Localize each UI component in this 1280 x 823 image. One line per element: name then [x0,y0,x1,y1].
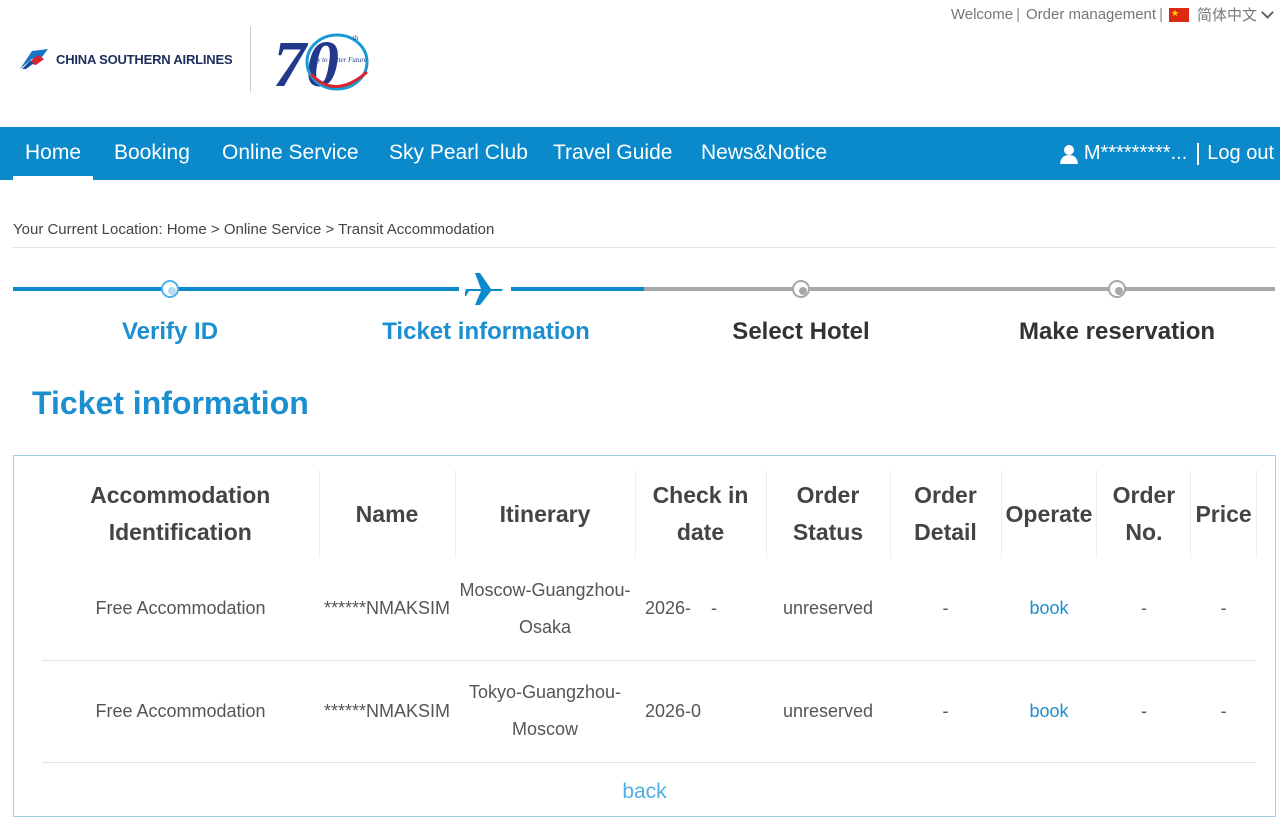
check-in-date-tail: - [711,598,718,619]
table-header-row: Accommodation Identification Name Itiner… [42,470,1257,558]
user-area: M*********... Log out [1059,127,1274,180]
order-management-link[interactable]: Order management [1026,6,1156,23]
page-title: Ticket information [32,385,309,421]
language-selector[interactable]: 简体中文 [1197,4,1257,25]
nav-item-sky-pearl-club[interactable]: Sky Pearl Club [389,127,528,180]
cell-order-no: - [1096,558,1191,661]
brand-name: CHINA SOUTHERN AIRLINES [56,51,233,67]
step-dot-make-reservation [1108,280,1126,298]
step-label-verify-id: Verify ID [121,318,219,345]
welcome-link[interactable]: Welcome [951,6,1013,23]
progress-bar-todo [644,287,1275,291]
china-flag-icon [1168,7,1189,22]
step-dot-select-hotel [792,280,810,298]
cell-itinerary: Tokyo-Guangzhou-Moscow [455,660,635,763]
column-header: Order Detail [890,470,1002,558]
cell-operate: book [1001,558,1097,661]
user-name[interactable]: M*********... [1084,142,1187,165]
cell-status: unreserved [766,558,890,661]
column-header: Check in date [635,470,767,558]
nav-item-booking[interactable]: Booking [114,127,190,180]
progress-steps: Verify ID Ticket information Select Hote… [13,270,1275,350]
logout-link[interactable]: Log out [1207,142,1274,165]
kapok-logo-icon [20,49,48,69]
cell-order-no: - [1096,660,1191,763]
cell-name: ******NMAKSIM [319,660,455,763]
book-link[interactable]: book [1029,598,1068,618]
column-header: Price [1190,470,1257,558]
column-header: Name [319,470,456,558]
back-link[interactable]: back [14,780,1275,804]
top-links-separator: | [1159,6,1163,23]
cell-check-in: 2026- - [635,558,766,661]
anniversary-suffix: th [353,34,359,42]
cell-name: ******NMAKSIM [319,558,455,661]
user-icon [1059,144,1078,164]
cell-price: - [1190,660,1257,763]
table-row: Free Accommodation ******NMAKSIM Moscow-… [42,558,1257,661]
column-header: Operate [1001,470,1098,558]
logo-divider [250,26,252,92]
airplane-icon [465,273,503,305]
cell-accommodation: Free Accommodation [42,558,319,661]
anniversary-slogan: Fly to Better Future [310,56,367,64]
progress-bar-done [13,287,459,291]
nav-item-travel-guide[interactable]: Travel Guide [553,127,672,180]
column-header: Itinerary [455,470,636,558]
progress-bar-done [511,287,644,291]
step-dot-verify-id [161,280,179,298]
cell-status: unreserved [766,660,890,763]
user-separator [1197,142,1200,165]
cell-order-detail: - [890,558,1001,661]
step-label-make-reservation: Make reservation [1018,318,1216,345]
cell-accommodation: Free Accommodation [42,660,319,763]
anniversary-70-logo: 70 th Fly to Better Future [273,28,369,94]
nav-item-home[interactable]: Home [12,127,94,180]
step-label-ticket-information: Ticket information [382,318,590,345]
ticket-table-box: Accommodation Identification Name Itiner… [13,455,1276,817]
table-row: Free Accommodation ******NMAKSIM Tokyo-G… [42,660,1257,763]
nav-item-news-notice[interactable]: News&Notice [701,127,827,180]
book-link[interactable]: book [1029,701,1068,721]
chevron-down-icon[interactable] [1261,5,1274,19]
top-links: Welcome | Order management | 简体中文 [951,4,1274,25]
column-header: Order Status [766,470,891,558]
nav-item-online-service[interactable]: Online Service [222,127,359,180]
site-logo[interactable]: CHINA SOUTHERN AIRLINES 70 th Fly to Bet… [18,24,375,94]
cell-price: - [1190,558,1257,661]
cell-operate: book [1001,660,1097,763]
check-in-date: 2026- [645,598,692,619]
main-nav: Home Booking Online Service Sky Pearl Cl… [0,127,1280,180]
cell-itinerary: Moscow-Guangzhou-Osaka [455,558,635,661]
breadcrumb-divider [13,247,1275,248]
top-links-separator: | [1016,6,1020,23]
breadcrumb: Your Current Location: Home > Online Ser… [13,221,495,238]
cell-order-detail: - [890,660,1001,763]
step-label-select-hotel: Select Hotel [732,318,870,345]
column-header: Order No. [1096,470,1192,558]
ticket-table: Accommodation Identification Name Itiner… [42,470,1257,763]
cell-check-in: 2026-0 [635,660,766,763]
column-header: Accommodation Identification [42,470,320,558]
